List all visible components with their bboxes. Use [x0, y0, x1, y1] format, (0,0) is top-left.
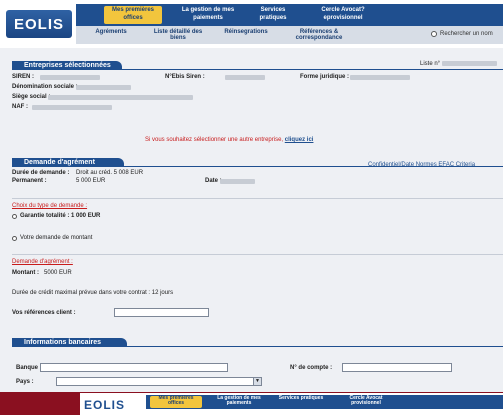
siren-label: SIREN :	[12, 74, 35, 80]
rechercher-label: Rechercher un nom	[440, 31, 493, 37]
banque-label: Banque :	[16, 365, 42, 371]
permanent-value: 5 000 EUR	[76, 178, 106, 184]
overlay-tab-3[interactable]: Cercle Avocat provisionnel	[334, 396, 398, 408]
pays-select[interactable]: ▼	[56, 377, 262, 386]
reference-input[interactable]	[114, 308, 209, 317]
montant-value: 5000 EUR	[44, 270, 72, 276]
tab-cercle-avocat[interactable]: Cercle Avocat?eprovisionnel	[308, 6, 378, 24]
pays-label: Pays :	[16, 379, 34, 385]
choix-type-label: Choix du type de demande :	[12, 203, 88, 209]
rechercher-checkbox[interactable]	[431, 31, 437, 37]
date-value	[220, 179, 255, 184]
section-entreprises-line	[12, 69, 503, 70]
siege-value	[48, 95, 193, 100]
eolis-logo[interactable]: EOLIS	[6, 10, 72, 38]
credit-line: Durée de crédit maximal prévue dans votr…	[12, 290, 174, 296]
app-header: EOLIS Mes premières offices La gestion d…	[0, 0, 503, 48]
subtab-references[interactable]: Références & correspondance	[284, 29, 354, 42]
duration-label: Durée de demande :	[12, 170, 70, 176]
denomination-value	[76, 85, 131, 90]
tab-gestion-paiements[interactable]: La gestion de mes paiements	[176, 6, 240, 24]
option-garantie-radio[interactable]	[12, 214, 17, 219]
forme-label: Forme juridique :	[300, 74, 350, 80]
naf-value	[32, 105, 112, 110]
compte-input[interactable]	[342, 363, 452, 372]
main-window: EOLIS Mes premières offices La gestion d…	[0, 0, 503, 415]
entreprises-right-info: Liste n°	[420, 61, 497, 67]
denomination-label: Dénomination sociale :	[12, 84, 78, 90]
forme-value	[350, 75, 410, 80]
primary-nav: Mes premières offices La gestion de mes …	[76, 4, 503, 26]
ebis-label: N°Ebis Siren :	[165, 74, 205, 80]
background-strip	[0, 392, 80, 415]
overlay-window: EOLIS Mes premières offices La gestion d…	[80, 392, 503, 415]
overlay-tab-0[interactable]: Mes premières offices	[150, 396, 202, 408]
duration-value: Droit au créd. 5 008 EUR	[76, 170, 144, 176]
ebis-value	[225, 75, 265, 80]
overlay-tab-2[interactable]: Services pratiques	[276, 396, 326, 408]
option-montant-label: Votre demande de montant	[20, 235, 93, 241]
subtab-liste-biens[interactable]: Liste détaillé des biens	[148, 29, 208, 42]
section-bancaires-line	[12, 346, 503, 347]
permanent-label: Permanent :	[12, 178, 47, 184]
siege-label: Siège social :	[12, 94, 51, 100]
demande-right-info[interactable]: Confidentiel/Date Normes EFAC Criteria	[368, 162, 475, 168]
divider-2	[12, 254, 503, 255]
tab-services-pratiques[interactable]: Services pratiques	[248, 6, 298, 24]
divider-1	[12, 198, 503, 199]
banque-input[interactable]	[40, 363, 228, 372]
demande-montant-section: Demande d'agrément :	[12, 259, 73, 265]
option-montant-radio[interactable]	[12, 236, 17, 241]
montant-label: Montant :	[12, 270, 39, 276]
naf-label: NAF :	[12, 104, 28, 110]
overlay-eolis-logo[interactable]: EOLIS	[84, 398, 142, 415]
subtab-reinsegrations[interactable]: Réinsegrations	[216, 29, 276, 42]
overlay-tab-1[interactable]: La gestion de mes paiements	[210, 396, 268, 408]
subtab-agrements[interactable]: Agréments	[82, 29, 140, 42]
tab-premieres-offices[interactable]: Mes premières offices	[104, 6, 162, 24]
compte-label: N° de compte :	[290, 365, 333, 371]
overlay-nav: Mes premières offices La gestion de mes …	[146, 395, 503, 409]
option-garantie-label: Garantie totalité : 1 000 EUR	[20, 213, 101, 219]
siren-value	[40, 75, 100, 80]
reference-label: Vos références client :	[12, 310, 76, 316]
secondary-nav: Agréments Liste détaillé des biens Réins…	[76, 26, 503, 44]
change-enterprise-notice: Si vous souhaitez sélectionner une autre…	[145, 137, 314, 143]
cliquez-ici-link[interactable]: cliquez ici	[285, 137, 314, 143]
chevron-down-icon[interactable]: ▼	[253, 378, 261, 385]
